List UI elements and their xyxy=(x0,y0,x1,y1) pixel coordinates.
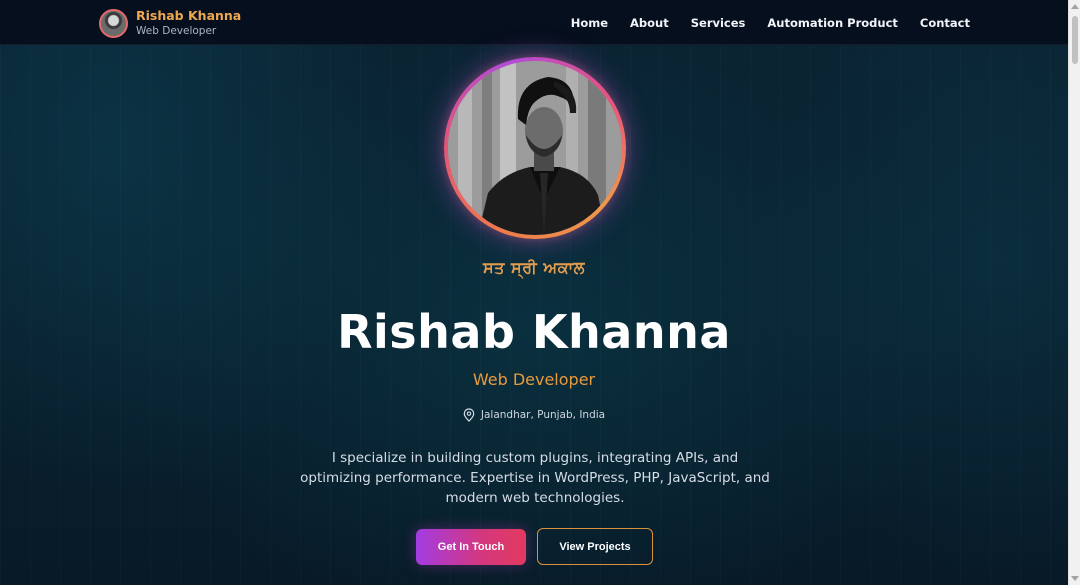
page: Rishab Khanna Web Developer Home About S… xyxy=(0,0,1080,585)
hero-role: Web Developer xyxy=(472,370,596,389)
brand-text: Rishab Khanna Web Developer xyxy=(136,8,241,39)
profile-photo-illustration xyxy=(448,61,622,235)
get-in-touch-button[interactable]: Get In Touch xyxy=(416,529,526,565)
nav-automation-product[interactable]: Automation Product xyxy=(767,16,898,30)
hero-name: Rishab Khanna xyxy=(337,305,731,359)
brand-name[interactable]: Rishab Khanna xyxy=(136,8,241,23)
location-text: Jalandhar, Punjab, India xyxy=(480,409,606,421)
brand-avatar xyxy=(99,9,128,38)
nav-contact[interactable]: Contact xyxy=(920,16,970,30)
hero-bio: I specialize in building custom plugins,… xyxy=(300,450,770,506)
scroll-up-arrow-icon[interactable] xyxy=(1071,4,1079,9)
main-nav: Home About Services Automation Product C… xyxy=(549,16,970,30)
navbar: Rishab Khanna Web Developer Home About S… xyxy=(0,0,1068,45)
view-projects-button[interactable]: View Projects xyxy=(537,528,653,565)
nav-about[interactable]: About xyxy=(630,16,669,30)
location: Jalandhar, Punjab, India xyxy=(0,408,1068,422)
scrollbar-thumb[interactable] xyxy=(1072,16,1078,64)
brand-role: Web Developer xyxy=(136,25,217,37)
map-pin-icon xyxy=(463,408,475,422)
nav-home[interactable]: Home xyxy=(571,16,608,30)
scrollbar[interactable] xyxy=(1068,0,1080,585)
profile-photo xyxy=(448,61,622,235)
scroll-down-arrow-icon[interactable] xyxy=(1071,576,1079,581)
brand[interactable]: Rishab Khanna Web Developer xyxy=(99,8,241,39)
greeting: ਸਤ ਸ੍ਰੀ ਅਕਾਲ xyxy=(483,258,585,277)
profile-photo-ring xyxy=(444,57,626,239)
nav-services[interactable]: Services xyxy=(691,16,746,30)
